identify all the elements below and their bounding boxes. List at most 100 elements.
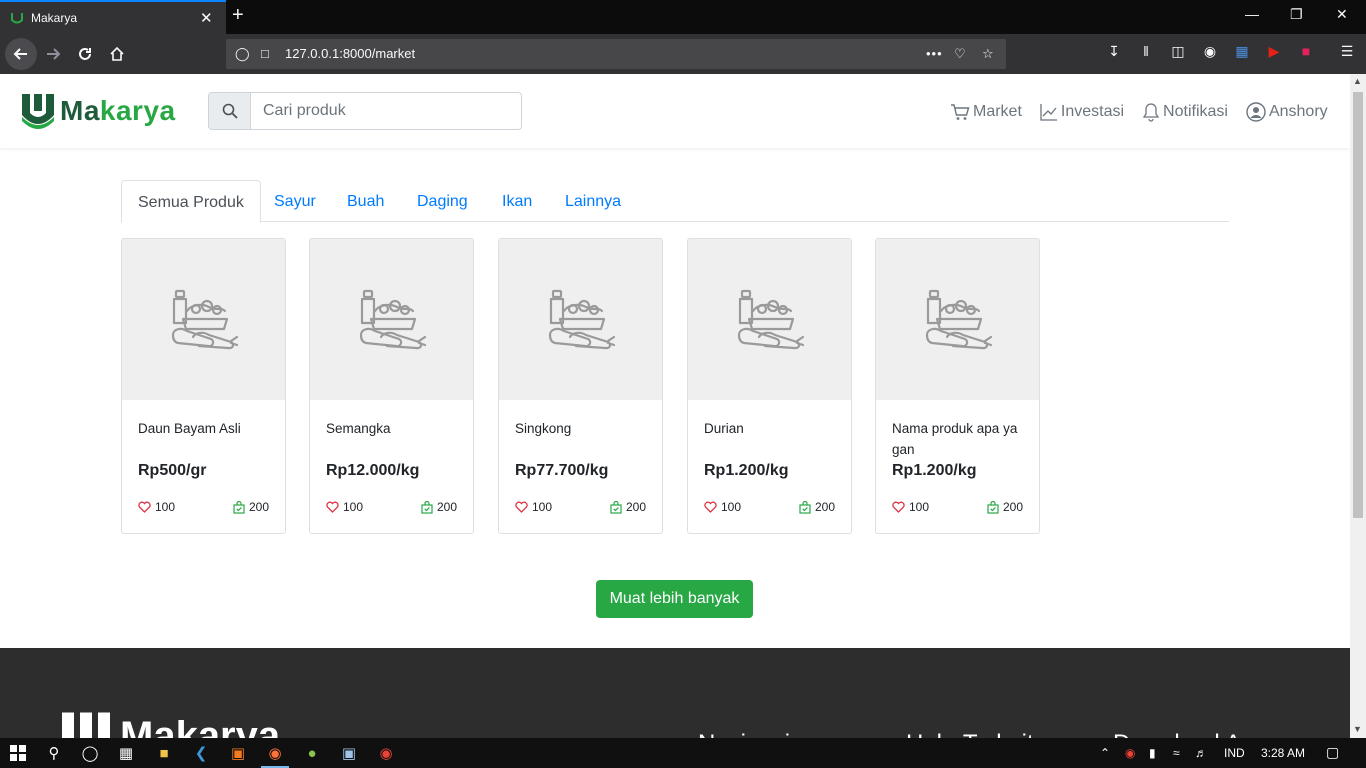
produce-basket-icon [548, 289, 615, 349]
product-card[interactable]: Semangka Rp12.000/kg 100 200 [309, 238, 474, 534]
product-name[interactable]: Durian [704, 418, 844, 439]
heidisql-icon[interactable]: ● [294, 738, 330, 768]
browser-navbar: ◯ □ 127.0.0.1:8000/market ••• ♡ ☆ ↧ ‖ ◫ … [0, 34, 1366, 74]
file-explorer-icon[interactable]: ■ [146, 738, 182, 768]
search-input[interactable] [251, 93, 521, 129]
battery-icon[interactable]: ▮ [1149, 746, 1156, 760]
shopping-bag-check-icon [421, 500, 433, 514]
tray-chrome-icon[interactable]: ◉ [1125, 746, 1135, 760]
product-card[interactable]: Daun Bayam Asli Rp500/gr 100 200 [121, 238, 286, 534]
new-tab-button[interactable]: + [232, 4, 244, 27]
nav-user[interactable]: Anshory [1246, 102, 1328, 122]
produce-basket-icon [359, 289, 426, 349]
clock[interactable]: 3:28 AM [1261, 746, 1305, 760]
shield-icon[interactable]: ◯ [235, 46, 250, 62]
product-card[interactable]: Nama produk apa ya gan Rp1.200/kg 100 200 [875, 238, 1040, 534]
youtube-extension-icon[interactable]: ▶ [1263, 43, 1285, 60]
action-center-icon[interactable]: ▢ [1326, 744, 1339, 761]
volume-icon[interactable]: ♬ [1195, 746, 1207, 760]
product-image[interactable] [122, 239, 285, 400]
footer-heading-hub-terkait: Hub. Terkait [906, 730, 1034, 738]
sold-count: 200 [814, 500, 835, 514]
product-name[interactable]: Semangka [326, 418, 466, 439]
tab-semua-produk[interactable]: Semua Produk [121, 180, 261, 223]
tab-sayur[interactable]: Sayur [274, 180, 316, 222]
sidebar-icon[interactable]: ◫ [1167, 43, 1189, 60]
scroll-up-icon[interactable]: ▲ [1353, 76, 1362, 86]
url-text[interactable]: 127.0.0.1:8000/market [285, 46, 415, 61]
search-button[interactable] [209, 93, 251, 129]
sold-count: 200 [436, 500, 457, 514]
nav-notifikasi[interactable]: Notifikasi [1142, 102, 1228, 122]
product-name[interactable]: Daun Bayam Asli [138, 418, 278, 439]
library-icon[interactable]: ‖ [1135, 43, 1157, 59]
product-likes[interactable]: 100 [892, 500, 929, 514]
tab-ikan[interactable]: Ikan [502, 180, 532, 222]
product-price: Rp12.000/kg [326, 462, 420, 479]
remote-desktop-icon[interactable]: ▣ [331, 738, 367, 768]
scroll-down-icon[interactable]: ▼ [1353, 724, 1362, 734]
back-button[interactable] [5, 38, 37, 70]
minimize-icon[interactable]: — [1245, 6, 1259, 22]
chrome-icon[interactable]: ◉ [368, 738, 404, 768]
brand-logo[interactable]: Makarya [20, 91, 176, 131]
product-image[interactable] [310, 239, 473, 400]
tab-lainnya[interactable]: Lainnya [565, 180, 621, 222]
windows-logo-icon [10, 745, 26, 761]
product-price: Rp77.700/kg [515, 462, 609, 479]
product-likes[interactable]: 100 [515, 500, 552, 514]
cortana-icon[interactable]: ◯ [72, 738, 108, 768]
tab-daging[interactable]: Daging [417, 180, 468, 222]
product-name[interactable]: Nama produk apa ya gan [892, 418, 1032, 460]
xampp-icon[interactable]: ▣ [220, 738, 256, 768]
nav-user-label: Anshory [1268, 103, 1328, 120]
product-likes[interactable]: 100 [704, 500, 741, 514]
wifi-icon[interactable]: ≈ [1173, 746, 1180, 760]
tab-buah[interactable]: Buah [347, 180, 384, 222]
translate-extension-icon[interactable]: ▦ [1231, 43, 1253, 60]
product-card[interactable]: Durian Rp1.200/kg 100 200 [687, 238, 852, 534]
close-window-icon[interactable]: ✕ [1336, 6, 1348, 23]
extension-icon[interactable]: ■ [1295, 43, 1317, 59]
tab-close-icon[interactable]: ✕ [200, 9, 213, 27]
product-image[interactable] [876, 239, 1039, 400]
brand-name-prefix: Ma [60, 95, 100, 126]
menu-icon[interactable]: ☰ [1336, 43, 1358, 60]
product-image[interactable] [499, 239, 662, 400]
browser-tabstrip: Makarya ✕ + — ❐ ✕ [0, 0, 1366, 34]
browser-tab[interactable]: Makarya ✕ [0, 0, 226, 34]
scrollbar-thumb[interactable] [1353, 92, 1363, 518]
heart-icon [138, 501, 151, 513]
load-more-button[interactable]: Muat lebih banyak [596, 580, 753, 618]
home-button[interactable] [102, 39, 132, 69]
product-price: Rp1.200/kg [892, 462, 977, 479]
nav-market[interactable]: Market [950, 103, 1022, 121]
more-actions-icon[interactable]: ••• [926, 46, 943, 61]
address-bar[interactable]: ◯ □ 127.0.0.1:8000/market ••• ♡ ☆ [226, 39, 1006, 69]
arrow-right-icon [47, 48, 61, 60]
nav-investasi[interactable]: Investasi [1040, 103, 1124, 121]
heart-icon [326, 501, 339, 513]
language-indicator[interactable]: IND [1224, 746, 1245, 760]
product-name[interactable]: Singkong [515, 418, 655, 439]
pocket-icon[interactable]: ♡ [954, 46, 966, 62]
task-view-icon[interactable]: ▦ [108, 738, 144, 768]
downloads-icon[interactable]: ↧ [1103, 43, 1125, 60]
restore-icon[interactable]: ❐ [1290, 6, 1303, 23]
forward-button[interactable] [38, 39, 68, 69]
reload-button[interactable] [70, 39, 100, 69]
search-taskbar-icon[interactable]: ⚲ [36, 738, 72, 768]
vscode-icon[interactable]: ❮ [183, 738, 219, 768]
start-button[interactable] [0, 738, 36, 768]
firefox-taskbar-icon[interactable]: ◉ [257, 738, 293, 768]
cart-icon [951, 104, 970, 120]
product-card[interactable]: Singkong Rp77.700/kg 100 200 [498, 238, 663, 534]
account-icon[interactable]: ◉ [1199, 43, 1221, 60]
product-image[interactable] [688, 239, 851, 400]
produce-basket-icon [737, 289, 804, 349]
product-likes[interactable]: 100 [138, 500, 175, 514]
tray-expand-icon[interactable]: ⌃ [1100, 746, 1110, 760]
page-scrollbar[interactable]: ▲ ▼ [1350, 74, 1366, 738]
bookmark-star-icon[interactable]: ☆ [982, 46, 994, 62]
product-likes[interactable]: 100 [326, 500, 363, 514]
